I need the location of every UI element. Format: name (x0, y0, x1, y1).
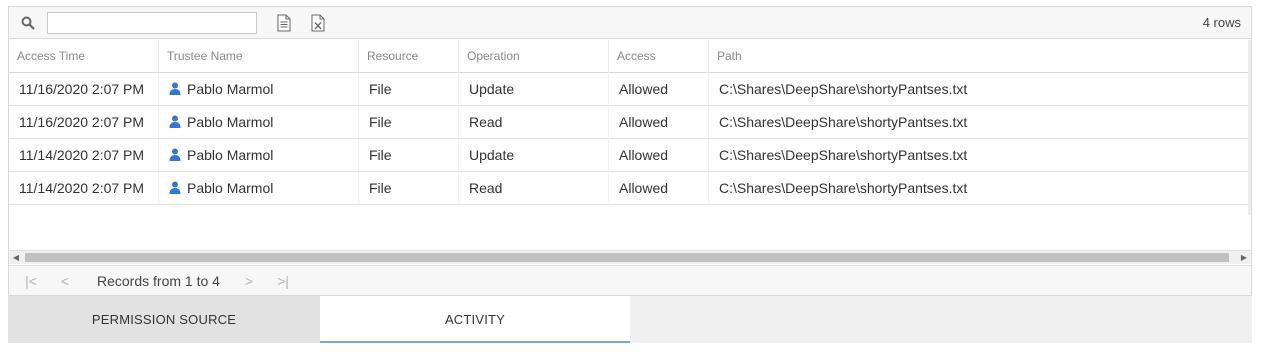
text-document-icon[interactable] (277, 14, 291, 32)
tab-permission-source[interactable]: PERMISSION SOURCE (8, 296, 320, 343)
column-header-trustee-name[interactable]: Trustee Name (159, 40, 359, 73)
vertical-scroll-track (1248, 40, 1251, 215)
excel-export-icon[interactable] (311, 14, 325, 32)
scroll-left-arrow-icon[interactable]: ◀ (9, 251, 23, 264)
column-header-access[interactable]: Access (609, 40, 709, 73)
cell-trustee-name: Pablo Marmol (159, 172, 359, 205)
scroll-right-arrow-icon[interactable]: ▶ (1237, 251, 1251, 264)
trustee-name: Pablo Marmol (187, 81, 274, 97)
user-icon (169, 115, 181, 128)
user-icon (169, 82, 181, 95)
column-header-resource[interactable]: Resource (359, 40, 459, 73)
column-header-path[interactable]: Path (709, 40, 1249, 73)
user-icon (169, 148, 181, 161)
cell-access-time: 11/16/2020 2:07 PM (9, 106, 159, 139)
tab-bar: PERMISSION SOURCE ACTIVITY (8, 296, 1252, 343)
search-input[interactable] (47, 12, 257, 34)
cell-resource: File (359, 73, 459, 106)
row-count: 4 rows (1202, 15, 1241, 30)
pager: |< < Records from 1 to 4 > >| (9, 265, 1251, 295)
next-page-icon[interactable]: > (241, 272, 257, 290)
grid-body: 11/16/2020 2:07 PM Pablo Marmol File Upd… (9, 73, 1249, 205)
cell-resource: File (359, 106, 459, 139)
cell-operation: Update (459, 73, 609, 106)
cell-path: C:\Shares\DeepShare\shortyPantses.txt (719, 114, 968, 130)
cell-path: C:\Shares\DeepShare\shortyPantses.txt (719, 81, 968, 97)
cell-operation: Read (459, 106, 609, 139)
cell-access-time: 11/14/2020 2:07 PM (9, 172, 159, 205)
cell-access: Allowed (609, 106, 709, 139)
scroll-thumb[interactable] (25, 253, 1229, 262)
cell-access-time: 11/14/2020 2:07 PM (9, 139, 159, 172)
cell-trustee-name: Pablo Marmol (159, 139, 359, 172)
table-row[interactable]: 11/14/2020 2:07 PM Pablo Marmol File Upd… (9, 139, 1249, 172)
trustee-name: Pablo Marmol (187, 114, 274, 130)
cell-operation: Update (459, 139, 609, 172)
cell-trustee-name: Pablo Marmol (159, 106, 359, 139)
table-row[interactable]: 11/16/2020 2:07 PM Pablo Marmol File Rea… (9, 106, 1249, 139)
cell-trustee-name: Pablo Marmol (159, 73, 359, 106)
tab-activity[interactable]: ACTIVITY (320, 296, 630, 343)
table-row[interactable]: 11/16/2020 2:07 PM Pablo Marmol File Upd… (9, 73, 1249, 106)
cell-access: Allowed (609, 172, 709, 205)
previous-page-icon[interactable]: < (57, 272, 73, 290)
search-icon[interactable] (21, 16, 35, 30)
column-header-access-time[interactable]: Access Time (9, 40, 159, 73)
cell-access: Allowed (609, 73, 709, 106)
cell-resource: File (359, 172, 459, 205)
horizontal-scrollbar[interactable]: ◀ ▶ (9, 250, 1251, 264)
cell-path: C:\Shares\DeepShare\shortyPantses.txt (719, 147, 968, 163)
table-row[interactable]: 11/14/2020 2:07 PM Pablo Marmol File Rea… (9, 172, 1249, 205)
last-page-icon[interactable]: >| (275, 272, 291, 290)
cell-path: C:\Shares\DeepShare\shortyPantses.txt (719, 180, 968, 196)
cell-access-time: 11/16/2020 2:07 PM (9, 73, 159, 106)
grid-header: Access Time Trustee Name Resource Operat… (9, 40, 1251, 73)
user-icon (169, 181, 181, 194)
column-header-operation[interactable]: Operation (459, 40, 609, 73)
activity-grid-panel: 4 rows Access Time Trustee Name Resource… (8, 6, 1252, 296)
cell-resource: File (359, 139, 459, 172)
trustee-name: Pablo Marmol (187, 180, 274, 196)
first-page-icon[interactable]: |< (23, 272, 39, 290)
cell-access: Allowed (609, 139, 709, 172)
records-range: Records from 1 to 4 (97, 273, 220, 289)
grid-toolbar: 4 rows (9, 7, 1251, 39)
cell-operation: Read (459, 172, 609, 205)
trustee-name: Pablo Marmol (187, 147, 274, 163)
